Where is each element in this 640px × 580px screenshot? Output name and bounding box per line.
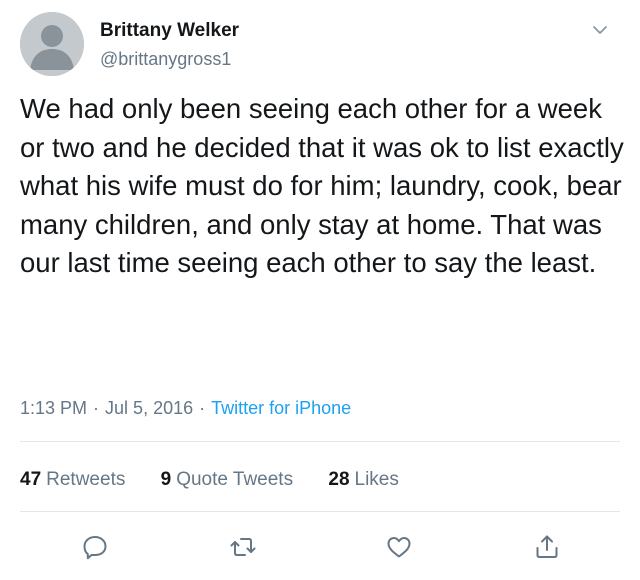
like-icon (387, 537, 411, 558)
meta-separator: · (93, 398, 100, 418)
meta-separator: · (199, 398, 206, 418)
likes-label: Likes (354, 469, 399, 490)
tweet-date[interactable]: Jul 5, 2016 (105, 398, 193, 418)
action-bar (0, 527, 640, 567)
like-button[interactable] (379, 527, 419, 567)
retweets-label: Retweets (46, 469, 126, 490)
retweet-icon (230, 538, 256, 556)
tweet-stats: 47 Retweets 9 Quote Tweets 28 Likes (20, 467, 429, 493)
avatar[interactable] (20, 12, 84, 76)
share-button[interactable] (527, 527, 567, 567)
retweets-count: 47 (20, 469, 42, 490)
likes-count: 28 (328, 469, 350, 490)
retweets-stat[interactable]: 47 Retweets (20, 467, 125, 493)
tweet-time[interactable]: 1:13 PM (20, 398, 87, 418)
tweet-meta: 1:13 PM · Jul 5, 2016 · Twitter for iPhone (20, 396, 351, 420)
divider (20, 441, 620, 442)
author-name[interactable]: Brittany Welker (100, 19, 239, 43)
reply-icon (83, 536, 107, 560)
quote-tweets-label: Quote Tweets (176, 469, 294, 490)
tweet-source-link[interactable]: Twitter for iPhone (211, 398, 351, 418)
tweet-text: We had only been seeing each other for a… (20, 93, 624, 278)
divider (20, 511, 620, 512)
chevron-down-icon (593, 26, 607, 34)
author-handle[interactable]: @brittanygross1 (100, 47, 231, 71)
likes-stat[interactable]: 28 Likes (328, 467, 399, 493)
quote-tweets-stat[interactable]: 9 Quote Tweets (161, 467, 293, 493)
quote-tweets-count: 9 (160, 469, 172, 490)
reply-button[interactable] (75, 527, 115, 567)
default-avatar-icon (20, 12, 84, 76)
more-options-button[interactable] (590, 20, 610, 40)
share-icon (536, 535, 558, 558)
retweet-button[interactable] (223, 527, 263, 567)
